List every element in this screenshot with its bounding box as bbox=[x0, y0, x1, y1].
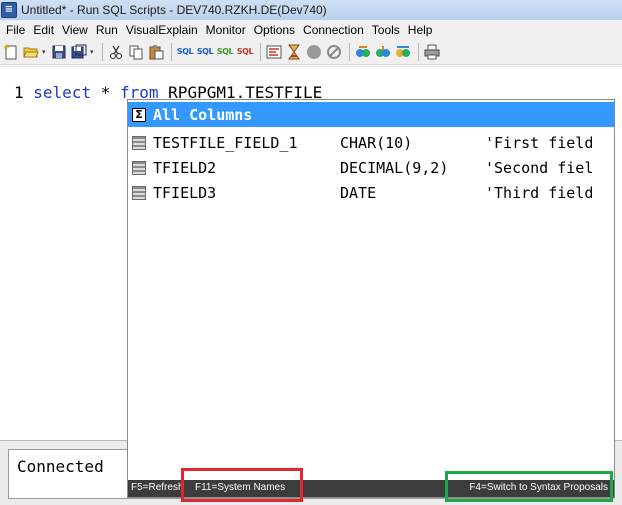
title-bar: ≡ Untitled* - Run SQL Scripts - DEV740.R… bbox=[0, 0, 622, 20]
paste-icon[interactable] bbox=[147, 43, 165, 61]
column-description: 'First field bbox=[485, 133, 594, 152]
highlight-box-red bbox=[181, 468, 303, 502]
run-sql-icon[interactable]: SQL bbox=[176, 43, 194, 61]
hint-refresh[interactable]: F5=Refresh bbox=[131, 482, 184, 493]
run-selected-sql-icon[interactable]: SQL bbox=[216, 43, 234, 61]
menu-tools[interactable]: Tools bbox=[368, 23, 404, 37]
app-icon: ≡ bbox=[1, 2, 17, 18]
explain-icon[interactable] bbox=[265, 43, 283, 61]
open-icon[interactable] bbox=[22, 43, 40, 61]
menu-monitor[interactable]: Monitor bbox=[202, 23, 250, 37]
save-dropdown-icon[interactable]: ▾ bbox=[90, 43, 98, 61]
menu-run[interactable]: Run bbox=[92, 23, 122, 37]
run-and-explain-icon[interactable] bbox=[285, 43, 303, 61]
column-icon bbox=[132, 135, 146, 150]
run-from-selected-sql-icon[interactable]: SQL bbox=[236, 43, 254, 61]
toolbar-separator bbox=[418, 42, 419, 61]
proposal-list[interactable]: Σ All Columns TESTFILE_FIELD_1 CHAR(10) … bbox=[128, 100, 614, 480]
column-name: TFIELD3 bbox=[153, 183, 217, 202]
proposal-column-row[interactable]: TFIELD3 DATE 'Third field bbox=[128, 180, 614, 205]
run-all-sql-icon[interactable]: SQL bbox=[196, 43, 214, 61]
toolbar-separator bbox=[349, 42, 350, 61]
column-description: 'Third field bbox=[485, 183, 594, 202]
column-type: DATE bbox=[340, 183, 377, 202]
column-description: 'Second fiel bbox=[485, 158, 594, 177]
job-log-icon[interactable] bbox=[354, 43, 372, 61]
column-type: CHAR(10) bbox=[340, 133, 413, 152]
column-icon bbox=[132, 160, 146, 175]
keyword-select: select bbox=[33, 83, 92, 102]
column-icon bbox=[132, 185, 146, 200]
menu-view[interactable]: View bbox=[58, 23, 92, 37]
column-name: TESTFILE_FIELD_1 bbox=[153, 133, 298, 152]
line-number: 1 bbox=[14, 83, 24, 102]
menu-help[interactable]: Help bbox=[404, 23, 437, 37]
highlight-box-green bbox=[445, 471, 613, 502]
proposal-column-row[interactable]: TFIELD2 DECIMAL(9,2) 'Second fiel bbox=[128, 155, 614, 180]
stop-icon[interactable] bbox=[305, 43, 323, 61]
toolbar-separator bbox=[102, 42, 103, 61]
menu-edit[interactable]: Edit bbox=[29, 23, 58, 37]
window-title: Untitled* - Run SQL Scripts - DEV740.RZK… bbox=[21, 3, 327, 17]
cut-icon[interactable] bbox=[107, 43, 125, 61]
open-dropdown-icon[interactable]: ▾ bbox=[42, 43, 50, 61]
menu-bar: File Edit View Run VisualExplain Monitor… bbox=[0, 20, 622, 39]
column-name: TFIELD2 bbox=[153, 158, 217, 177]
menu-file[interactable]: File bbox=[2, 23, 29, 37]
connection-icon[interactable] bbox=[394, 43, 412, 61]
proposal-all-columns[interactable]: Σ All Columns bbox=[128, 102, 614, 127]
toolbar-separator bbox=[260, 42, 261, 61]
proposal-label: All Columns bbox=[153, 105, 253, 124]
save-as-icon[interactable] bbox=[70, 43, 88, 61]
menu-connection[interactable]: Connection bbox=[299, 23, 368, 37]
sigma-icon: Σ bbox=[132, 107, 146, 122]
cancel-icon[interactable] bbox=[325, 43, 343, 61]
copy-icon[interactable] bbox=[127, 43, 145, 61]
toolbar: ▾ ▾ SQL SQL SQL SQL bbox=[0, 39, 622, 65]
save-icon[interactable] bbox=[50, 43, 68, 61]
monitor-icon[interactable] bbox=[374, 43, 392, 61]
connection-status: Connected bbox=[17, 457, 104, 476]
select-star: * bbox=[100, 83, 111, 102]
print-icon[interactable] bbox=[423, 43, 441, 61]
content-assist-popup: Σ All Columns TESTFILE_FIELD_1 CHAR(10) … bbox=[127, 99, 615, 498]
proposal-column-row[interactable]: TESTFILE_FIELD_1 CHAR(10) 'First field bbox=[128, 130, 614, 155]
column-type: DECIMAL(9,2) bbox=[340, 158, 449, 177]
new-script-icon[interactable] bbox=[2, 43, 20, 61]
toolbar-separator bbox=[171, 42, 172, 61]
menu-options[interactable]: Options bbox=[250, 23, 299, 37]
menu-visualexplain[interactable]: VisualExplain bbox=[122, 23, 202, 37]
